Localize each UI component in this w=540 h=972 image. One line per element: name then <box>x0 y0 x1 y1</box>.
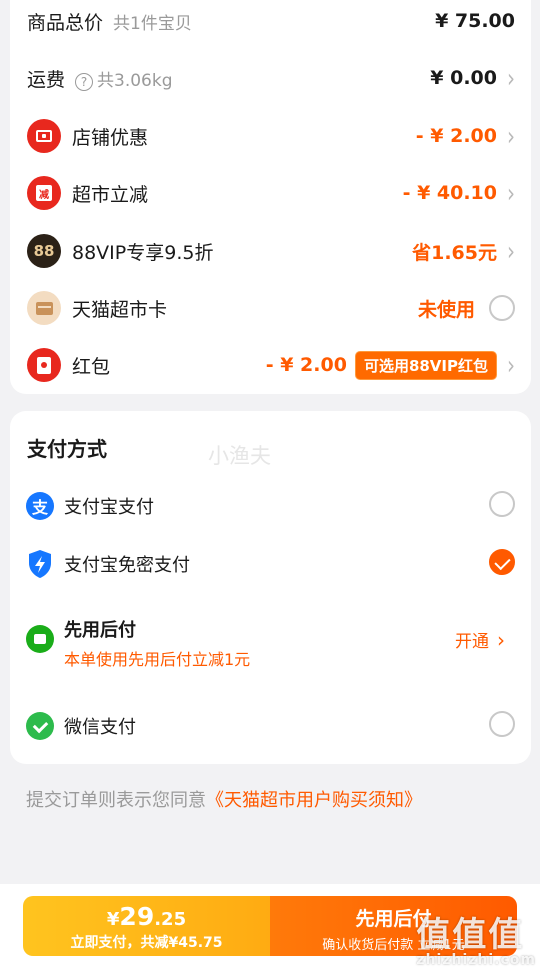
pay-later-icon <box>25 624 55 654</box>
chevron-right-icon: › <box>507 349 515 381</box>
help-icon[interactable]: ? <box>75 72 94 91</box>
market-card-row[interactable]: 天猫超市卡 未使用 <box>10 283 531 333</box>
market-card-value: 未使用 <box>418 295 515 322</box>
pay-now-button[interactable]: ¥29.25 立即支付，共减¥45.75 <box>23 896 270 956</box>
alipay-icon: 支 <box>25 491 55 521</box>
market-reduction-value: - ¥ 40.10 › <box>402 177 515 209</box>
goods-total-row: 商品总价 共1件宝贝 ¥ 75.00 <box>10 0 531 46</box>
alipay-radio[interactable] <box>489 491 515 517</box>
reduction-icon: 减 <box>27 176 61 210</box>
red-envelope-icon <box>27 348 61 382</box>
coupon-icon <box>27 119 61 153</box>
red-packet-value: - ¥ 2.00 可选用88VIP红包 › <box>265 349 515 381</box>
wechat-label: 微信支付 <box>64 717 136 738</box>
vip-discount-value: 省1.65元 › <box>412 235 515 267</box>
shipping-label: 运费? 共3.06kg <box>27 68 173 91</box>
agreement-link[interactable]: 《天猫超市用户购买须知》 <box>206 790 422 811</box>
agreement-text: 提交订单则表示您同意《天猫超市用户购买须知》 <box>26 790 422 811</box>
shipping-row[interactable]: 运费? 共3.06kg ¥ 0.00 › <box>10 53 531 103</box>
watermark-text: 小渔夫 <box>208 444 271 468</box>
payment-title: 支付方式 <box>27 437 107 461</box>
chevron-right-icon: › <box>497 627 505 652</box>
goods-count: 共1件宝贝 <box>113 13 192 34</box>
pay-now-desc: 立即支付，共减¥45.75 <box>70 935 223 951</box>
red-packet-row[interactable]: 红包 - ¥ 2.00 可选用88VIP红包 › <box>10 340 531 390</box>
goods-total-value: ¥ 75.00 <box>435 10 515 32</box>
chevron-right-icon: › <box>507 62 515 94</box>
vip-discount-row[interactable]: 88 88VIP专享9.5折 省1.65元 › <box>10 226 531 276</box>
shield-lightning-icon <box>25 549 55 579</box>
vip-discount-label: 88VIP专享9.5折 <box>72 241 214 264</box>
alipay-nopass-option[interactable]: 支付宝免密支付 <box>10 539 531 589</box>
wechat-radio[interactable] <box>489 711 515 737</box>
shipping-weight: 共3.06kg <box>97 70 173 91</box>
store-discount-value: - ¥ 2.00 › <box>415 120 515 152</box>
market-reduction-row[interactable]: 减 超市立减 - ¥ 40.10 › <box>10 168 531 218</box>
pay-amount: ¥29.25 <box>106 902 187 931</box>
vip88-icon: 88 <box>27 234 61 268</box>
vip-red-packet-badge[interactable]: 可选用88VIP红包 <box>354 350 497 380</box>
alipay-label: 支付宝支付 <box>64 497 154 518</box>
market-card-radio[interactable] <box>489 295 515 321</box>
alipay-nopass-radio[interactable] <box>489 549 515 575</box>
pay-later-label: 先用后付 <box>64 620 136 641</box>
bottom-action-bar: ¥29.25 立即支付，共减¥45.75 先用后付 确认收货后付款 立减1元 值… <box>0 884 540 972</box>
goods-total-label: 商品总价 共1件宝贝 <box>27 11 192 34</box>
market-reduction-label: 超市立减 <box>72 183 149 206</box>
chevron-right-icon: › <box>507 120 515 152</box>
store-discount-label: 店铺优惠 <box>72 126 149 149</box>
payment-method-card: 支付方式 小渔夫 支 支付宝支付 支付宝免密支付 先用后付 本单使用先用后付立减… <box>10 411 531 764</box>
store-discount-row[interactable]: 店铺优惠 - ¥ 2.00 › <box>10 111 531 161</box>
chevron-right-icon: › <box>507 177 515 209</box>
wechat-option[interactable]: 微信支付 <box>10 701 531 751</box>
card-icon <box>27 291 61 325</box>
site-watermark: 值值值 zhizhizhi.com <box>416 915 536 968</box>
chevron-right-icon: › <box>507 235 515 267</box>
shipping-value: ¥ 0.00 › <box>430 62 515 94</box>
wechat-icon <box>25 711 55 741</box>
alipay-option[interactable]: 支 支付宝支付 <box>10 481 531 531</box>
market-card-label: 天猫超市卡 <box>72 298 168 321</box>
price-summary-card: 商品总价 共1件宝贝 ¥ 75.00 运费? 共3.06kg ¥ 0.00 › 店铺优… <box>10 0 531 394</box>
pay-later-promo: 本单使用先用后付立减1元 <box>64 650 251 669</box>
alipay-nopass-label: 支付宝免密支付 <box>64 555 190 576</box>
pay-later-open-button[interactable]: 开通 › <box>455 627 505 653</box>
red-packet-label: 红包 <box>72 355 111 378</box>
